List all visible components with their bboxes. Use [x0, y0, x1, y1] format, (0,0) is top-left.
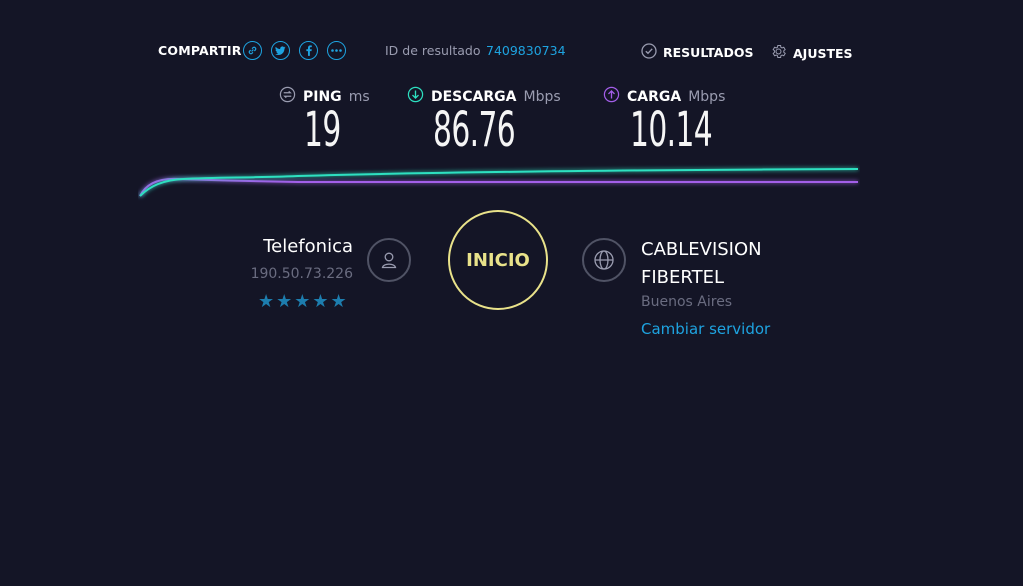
isp-ip: 190.50.73.226: [250, 266, 353, 282]
facebook-icon[interactable]: [299, 41, 318, 60]
download-icon: [407, 86, 424, 107]
server-name: CABLEVISION FIBERTEL: [641, 236, 762, 292]
globe-icon: [582, 238, 626, 282]
start-test-button[interactable]: INICIO: [448, 210, 548, 310]
settings-label: AJUSTES: [793, 45, 853, 61]
ping-unit: ms: [348, 88, 370, 105]
result-id-label: ID de resultado: [385, 43, 481, 58]
share-label: COMPARTIR: [158, 43, 242, 58]
server-name-line1: CABLEVISION: [641, 239, 762, 260]
isp-rating-stars[interactable]: ★★★★★: [258, 291, 349, 312]
result-id-link[interactable]: 7409830734: [486, 43, 566, 58]
more-icon[interactable]: [327, 41, 346, 60]
download-unit: Mbps: [523, 88, 561, 105]
results-label: RESULTADOS: [663, 45, 754, 60]
server-location: Buenos Aires: [641, 294, 733, 310]
upload-graph-line: [139, 177, 859, 197]
gear-icon: [770, 43, 787, 63]
isp-name: Telefonica: [263, 236, 353, 257]
link-icon[interactable]: [243, 41, 262, 60]
ping-value: 19: [304, 102, 341, 158]
download-value: 86.76: [433, 102, 516, 158]
upload-icon: [603, 86, 620, 107]
start-test-label: INICIO: [466, 249, 530, 271]
user-icon: [367, 238, 411, 282]
change-server-link[interactable]: Cambiar servidor: [641, 320, 770, 338]
upload-value: 10.14: [630, 102, 713, 158]
speed-graph: [139, 168, 859, 197]
results-button[interactable]: RESULTADOS: [641, 43, 753, 62]
server-name-line2: FIBERTEL: [641, 267, 724, 288]
ping-icon: [279, 86, 296, 107]
settings-button[interactable]: AJUSTES: [770, 43, 853, 63]
check-circle-icon: [641, 43, 657, 62]
twitter-icon[interactable]: [271, 41, 290, 60]
